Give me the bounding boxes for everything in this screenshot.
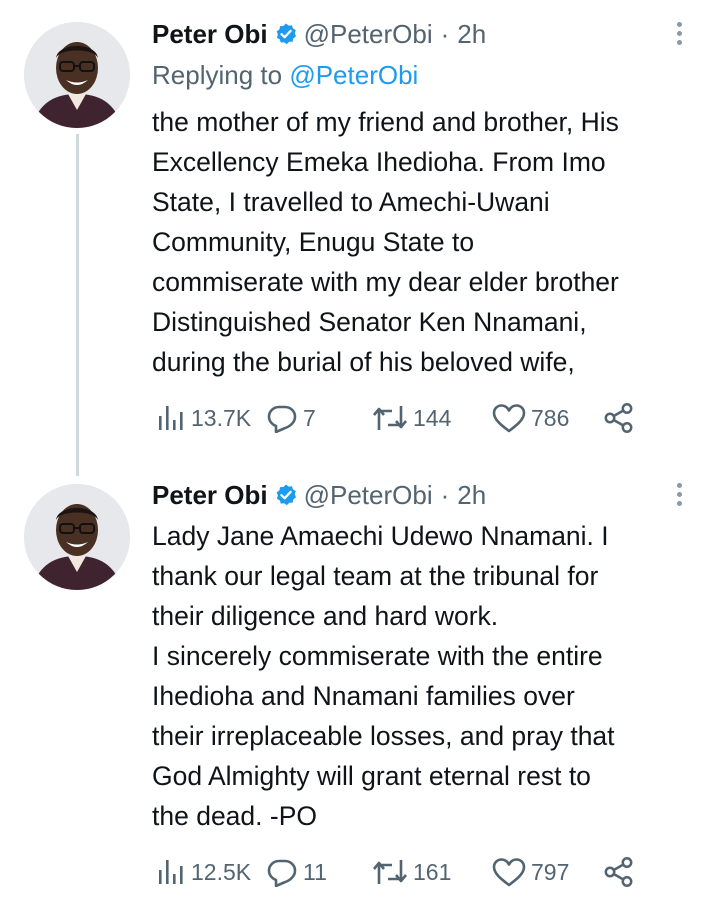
like-count: 786: [531, 404, 570, 431]
avatar[interactable]: [24, 22, 130, 128]
tweet-text-line: Excellency Emeka Ihedioha. From Imo: [152, 147, 606, 177]
retweet-icon: [373, 406, 407, 430]
tweet-text-line: Ihedioha and Nnamani families over: [152, 681, 575, 711]
tweet-text-line: the dead. -PO: [152, 801, 317, 831]
heart-icon: [492, 858, 526, 887]
views-bar-chart-icon: [159, 860, 183, 884]
replying-mention-link[interactable]: @PeterObi: [289, 60, 418, 90]
views-bar-chart-icon: [159, 406, 183, 430]
reply-bubble-icon: [267, 859, 297, 887]
action-bar: 12.5K 11 161 797: [156, 855, 676, 889]
tweet-text-line: their irreplaceable losses, and pray tha…: [152, 721, 615, 751]
views-button[interactable]: 13.7K: [156, 401, 251, 435]
tweet-text-line: I sincerely commiserate with the entire: [152, 641, 603, 671]
views-count: 12.5K: [191, 858, 252, 885]
heart-icon: [492, 404, 526, 433]
tweet-text: Lady Jane Amaechi Udewo Nnamani. I thank…: [152, 516, 712, 836]
like-button[interactable]: 786: [492, 401, 569, 435]
verified-badge-icon: [274, 22, 298, 46]
tweet-text-line: Lady Jane Amaechi Udewo Nnamani. I: [152, 521, 609, 551]
author-handle[interactable]: @PeterObi: [304, 19, 433, 50]
action-bar: 13.7K 7 144 786: [156, 401, 676, 435]
avatar[interactable]: [24, 484, 130, 590]
tweet-2[interactable]: Peter Obi @PeterObi · 2h Lady Jane Amaec…: [0, 470, 720, 916]
timestamp[interactable]: 2h: [457, 19, 486, 50]
views-button[interactable]: 12.5K: [156, 855, 251, 889]
tweet-text-line: Community, Enugu State to: [152, 227, 475, 257]
tweet-text-line: Distinguished Senator Ken Nnamani,: [152, 307, 587, 337]
author-handle[interactable]: @PeterObi: [304, 480, 433, 511]
replying-to: Replying to @PeterObi: [152, 60, 418, 91]
views-count: 13.7K: [191, 404, 252, 431]
tweet-text-line: commiserate with my dear elder brother: [152, 267, 619, 297]
separator-dot: ·: [440, 479, 450, 510]
retweet-button[interactable]: 144: [372, 401, 451, 435]
tweet-text: the mother of my friend and brother, His…: [152, 102, 712, 382]
share-icon: [604, 403, 633, 433]
tweet-header: Peter Obi @PeterObi · 2h: [152, 477, 486, 513]
author-name[interactable]: Peter Obi: [152, 19, 268, 50]
reply-count: 11: [303, 858, 327, 885]
retweet-count: 144: [413, 404, 452, 431]
author-name[interactable]: Peter Obi: [152, 480, 268, 511]
thread-connector-line: [76, 134, 79, 476]
tweet-text-line: State, I travelled to Amechi-Uwani: [152, 187, 550, 217]
tweet-header: Peter Obi @PeterObi · 2h: [152, 16, 486, 52]
share-button[interactable]: [603, 855, 635, 889]
tweet-text-line: God Almighty will grant eternal rest to: [152, 761, 591, 791]
like-button[interactable]: 797: [492, 855, 569, 889]
reply-count: 7: [303, 404, 316, 431]
like-count: 797: [531, 858, 570, 885]
share-icon: [604, 857, 633, 887]
share-button[interactable]: [603, 401, 635, 435]
tweet-text-line: their diligence and hard work.: [152, 601, 499, 631]
reply-bubble-icon: [267, 405, 297, 433]
more-dots-icon[interactable]: [668, 479, 690, 509]
retweet-count: 161: [413, 858, 452, 885]
tweet-text-line: the mother of my friend and brother, His: [152, 107, 619, 137]
tweet-text-line: thank our legal team at the tribunal for: [152, 561, 599, 591]
replying-prefix: Replying to: [152, 60, 283, 90]
retweet-button[interactable]: 161: [372, 855, 451, 889]
tweet-text-line: during the burial of his beloved wife,: [152, 347, 575, 377]
timestamp[interactable]: 2h: [457, 480, 486, 511]
tweet-1[interactable]: Peter Obi @PeterObi · 2h Replying to @Pe…: [0, 0, 720, 476]
verified-badge-icon: [274, 483, 298, 507]
avatar-photo: [24, 22, 130, 128]
reply-button[interactable]: 7: [266, 401, 316, 435]
separator-dot: ·: [440, 18, 450, 49]
more-dots-icon[interactable]: [668, 18, 690, 48]
reply-button[interactable]: 11: [266, 855, 327, 889]
retweet-icon: [373, 860, 407, 884]
avatar-photo: [24, 484, 130, 590]
